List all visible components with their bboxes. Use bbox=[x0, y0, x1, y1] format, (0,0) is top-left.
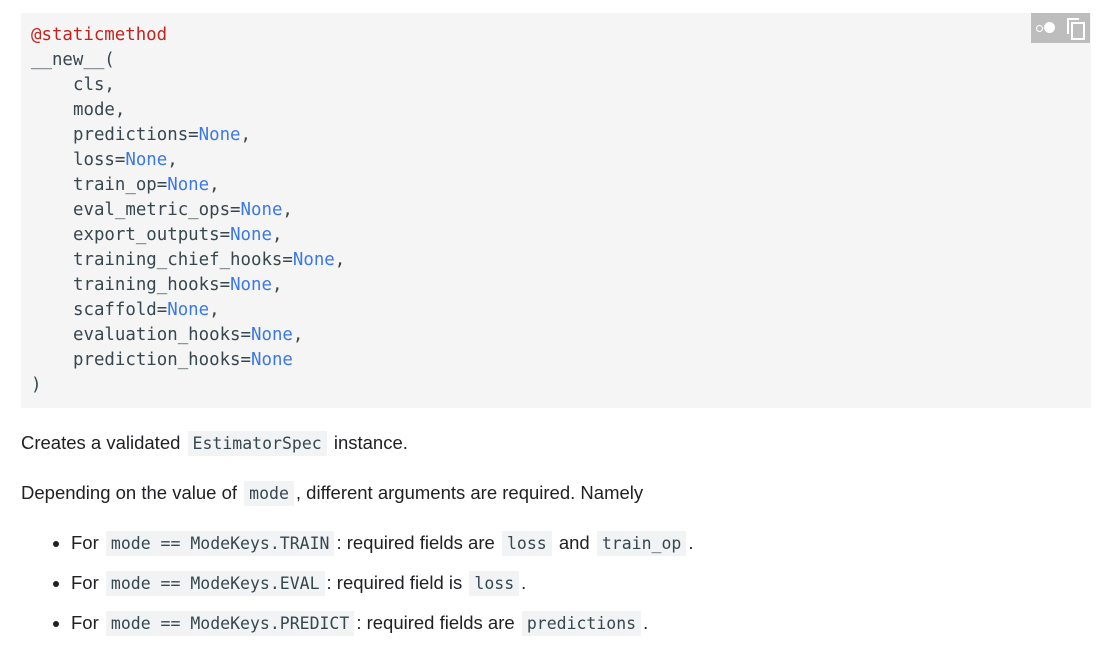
inline-code: mode bbox=[244, 481, 294, 506]
code-param: export_outputs=None, bbox=[73, 225, 283, 245]
theme-toggle-icon[interactable] bbox=[1031, 13, 1060, 43]
description-paragraph: Creates a validated EstimatorSpec instan… bbox=[21, 429, 408, 458]
inline-code: mode == ModeKeys.TRAIN bbox=[105, 531, 335, 556]
code-param: training_hooks=None, bbox=[73, 275, 283, 295]
list-item: For mode == ModeKeys.PREDICT: required f… bbox=[21, 608, 693, 648]
requirements-list: For mode == ModeKeys.TRAIN: required fie… bbox=[21, 528, 693, 648]
description-paragraph: Depending on the value of mode, differen… bbox=[21, 479, 643, 508]
inline-code: loss bbox=[501, 531, 552, 556]
code-param: cls, bbox=[73, 75, 115, 95]
list-item: For mode == ModeKeys.EVAL: required fiel… bbox=[21, 568, 693, 608]
inline-code: mode == ModeKeys.EVAL bbox=[105, 571, 325, 596]
code-block: @staticmethod __new__( cls, mode, predic… bbox=[21, 13, 1091, 408]
inline-code: train_op bbox=[596, 531, 687, 556]
code-func-close: ) bbox=[31, 375, 42, 395]
inline-code: mode == ModeKeys.PREDICT bbox=[105, 611, 355, 636]
list-item: For mode == ModeKeys.TRAIN: required fie… bbox=[21, 528, 693, 568]
code-param: eval_metric_ops=None, bbox=[73, 200, 293, 220]
code-decorator: @staticmethod bbox=[31, 25, 168, 45]
code-func-open: __new__( bbox=[31, 50, 115, 70]
code-param: scaffold=None, bbox=[73, 300, 220, 320]
code-param: predictions=None, bbox=[73, 125, 252, 145]
code-param: evaluation_hooks=None, bbox=[73, 325, 304, 345]
code-param: train_op=None, bbox=[73, 175, 220, 195]
copy-icon[interactable] bbox=[1061, 13, 1090, 43]
code-param: mode, bbox=[73, 100, 126, 120]
code-param: loss=None, bbox=[73, 150, 178, 170]
inline-code: predictions bbox=[521, 611, 642, 636]
code-toolbar bbox=[1031, 13, 1090, 43]
code-param: training_chief_hooks=None, bbox=[73, 250, 346, 270]
inline-code: EstimatorSpec bbox=[187, 431, 327, 456]
code-param: prediction_hooks=None bbox=[73, 350, 293, 370]
inline-code: loss bbox=[469, 571, 520, 596]
